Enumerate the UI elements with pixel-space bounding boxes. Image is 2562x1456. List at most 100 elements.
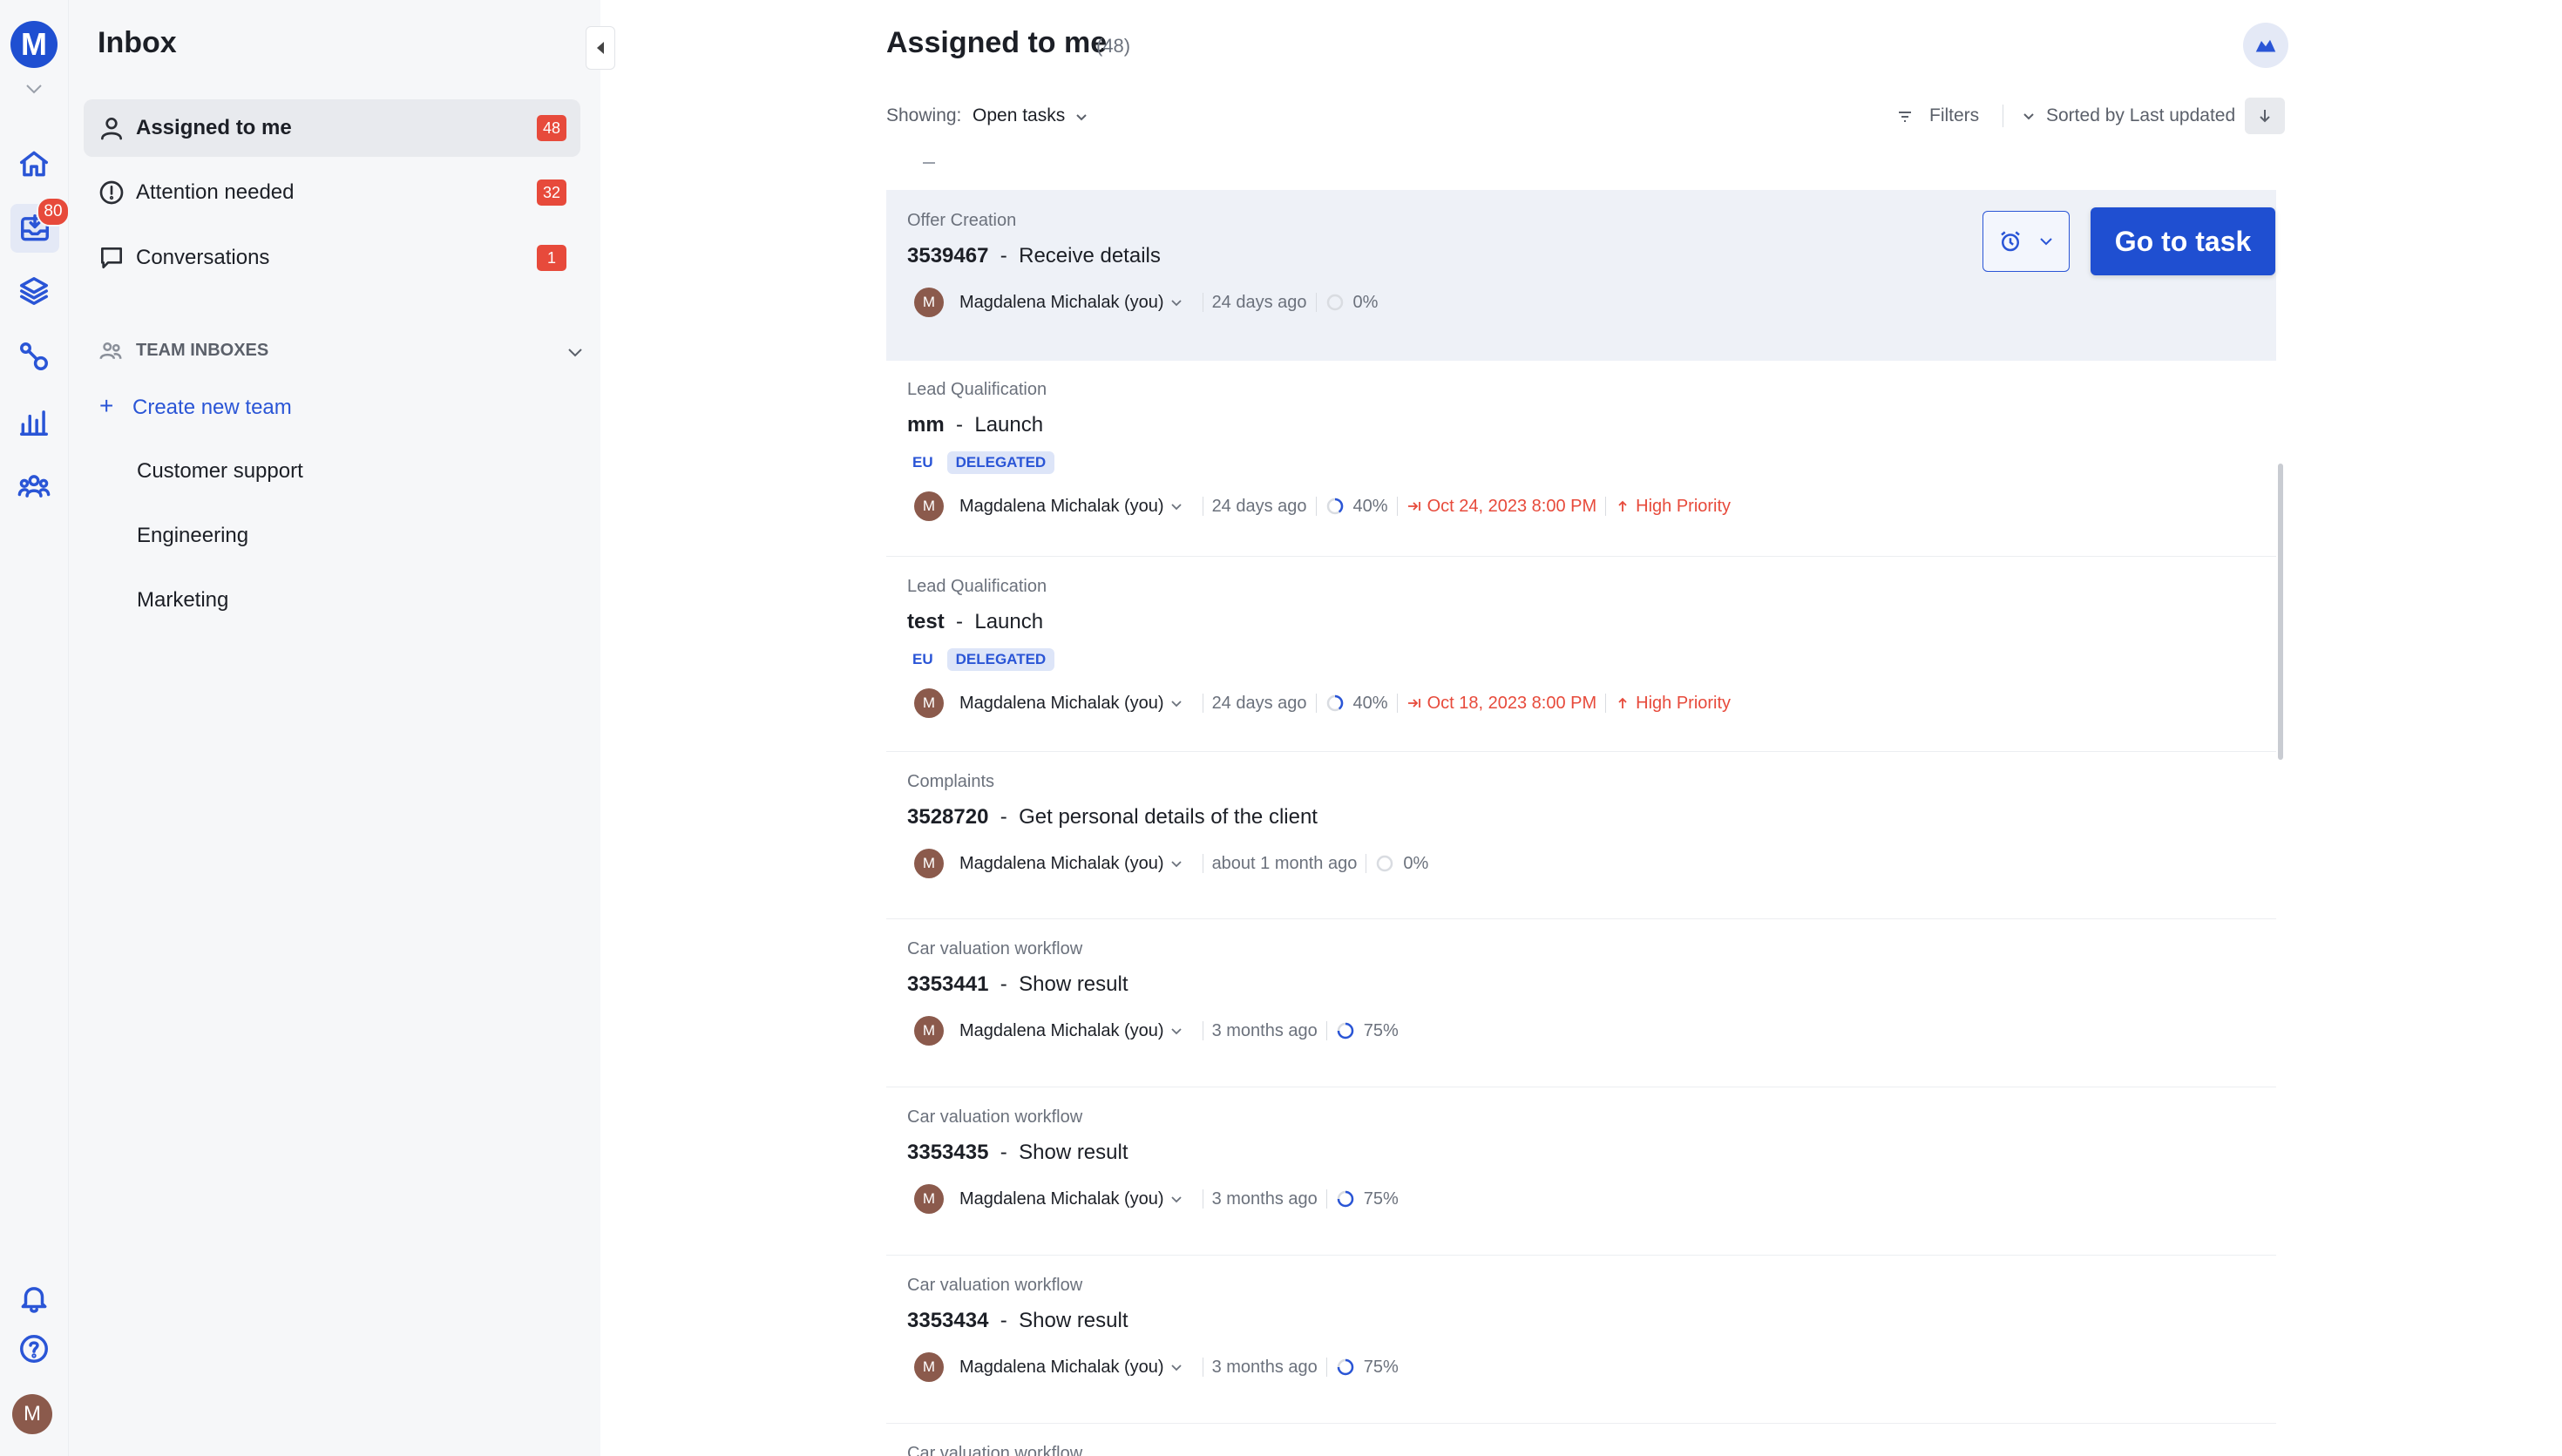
chevron-down-icon[interactable] xyxy=(1169,1360,1183,1374)
filter-icon[interactable] xyxy=(1896,108,1914,125)
chevron-down-icon[interactable] xyxy=(565,342,586,362)
chevron-down-icon[interactable] xyxy=(1169,857,1183,870)
go-to-task-button[interactable]: Go to task xyxy=(2091,207,2275,275)
task-workflow: Car valuation workflow xyxy=(907,1276,1083,1295)
list-item[interactable]: Lead Qualification test - Launch EU DELE… xyxy=(886,556,2276,752)
progress-ring-icon xyxy=(1326,694,1343,712)
sidebar-item-label: Assigned to me xyxy=(136,116,292,139)
task-workflow: Car valuation workflow xyxy=(907,1444,1083,1456)
assignee-select[interactable]: Magdalena Michalak (you) xyxy=(959,1358,1164,1378)
team-item-engineering[interactable]: Engineering xyxy=(137,524,248,548)
list-item[interactable]: Car valuation workflow 3353434 - Show re… xyxy=(886,1255,2276,1424)
progress-value: 75% xyxy=(1363,1020,1399,1040)
person-icon xyxy=(98,114,125,142)
chevron-down-icon[interactable] xyxy=(1169,1192,1183,1206)
task-name: Launch xyxy=(974,413,1044,437)
sidebar-title: Inbox xyxy=(98,26,177,59)
chat-bubble-icon xyxy=(98,244,125,272)
caret-left-icon xyxy=(597,42,604,54)
progress-value: 75% xyxy=(1363,1189,1399,1209)
chevron-down-icon[interactable] xyxy=(1169,499,1183,513)
team-icon[interactable] xyxy=(15,467,53,505)
meta-divider xyxy=(1315,293,1317,312)
task-meta: M Magdalena Michalak (you) 3 months ago … xyxy=(907,1184,1399,1214)
layers-icon[interactable] xyxy=(15,272,53,310)
updated-time: about 1 month ago xyxy=(1211,853,1358,873)
assignee-select[interactable]: Magdalena Michalak (you) xyxy=(959,1189,1164,1209)
task-name: Show result xyxy=(1019,1141,1128,1164)
assignee-select[interactable]: Magdalena Michalak (you) xyxy=(959,854,1164,874)
meta-divider xyxy=(1315,694,1317,713)
task-id: 3353441 xyxy=(907,972,989,996)
task-meta: M Magdalena Michalak (you) 3 months ago … xyxy=(907,1352,1399,1382)
task-meta: M Magdalena Michalak (you) 3 months ago … xyxy=(907,1016,1399,1046)
app-logo[interactable]: M xyxy=(10,21,58,68)
avatar: M xyxy=(914,288,944,317)
sidebar-item-conversations[interactable]: Conversations 1 xyxy=(84,229,580,287)
analytics-icon[interactable] xyxy=(15,403,53,441)
alarm-clock-icon xyxy=(2001,231,2020,252)
chevron-down-icon[interactable] xyxy=(22,80,46,98)
task-tags: EU DELEGATED xyxy=(907,451,1055,474)
task-title: 3539467 - Receive details xyxy=(907,244,1161,267)
task-meta: M Magdalena Michalak (you) 24 days ago 4… xyxy=(907,491,1731,521)
count-badge: 32 xyxy=(537,179,566,206)
task-name: Get personal details of the client xyxy=(1019,805,1318,829)
count-badge: 1 xyxy=(537,245,566,271)
assignee-select[interactable]: Magdalena Michalak (you) xyxy=(959,497,1164,517)
home-icon[interactable] xyxy=(15,145,53,183)
due-date: Oct 18, 2023 8:00 PM xyxy=(1406,694,1596,714)
task-workflow: Complaints xyxy=(907,772,995,791)
create-team-link[interactable]: + Create new team xyxy=(99,392,292,420)
progress-ring-icon xyxy=(1337,1190,1354,1208)
assignee-select[interactable]: Magdalena Michalak (you) xyxy=(959,1021,1164,1041)
meta-divider xyxy=(1396,694,1398,713)
assignee-select[interactable]: Magdalena Michalak (you) xyxy=(959,293,1164,313)
list-item[interactable]: Offer Creation 3539467 - Receive details… xyxy=(886,190,2276,361)
task-count: (48) xyxy=(1096,35,1131,57)
bell-icon[interactable] xyxy=(15,1279,53,1317)
workflow-icon[interactable] xyxy=(15,337,53,376)
chevron-down-icon[interactable] xyxy=(1169,295,1183,309)
chevron-down-icon[interactable] xyxy=(1169,1024,1183,1038)
sort-select[interactable]: Sorted by Last updated xyxy=(2046,105,2235,126)
meta-divider xyxy=(1396,497,1398,516)
chevron-down-icon[interactable] xyxy=(1169,696,1183,710)
sidebar-item-attention-needed[interactable]: Attention needed 32 xyxy=(84,164,580,221)
list-item[interactable]: Complaints 3528720 - Get personal detail… xyxy=(886,751,2276,919)
cloud-icon[interactable] xyxy=(2243,23,2288,68)
sort-direction-button[interactable] xyxy=(2245,98,2285,134)
app-rail: M 80 M xyxy=(0,0,70,1456)
list-item[interactable]: Lead Qualification mm - Launch EU DELEGA… xyxy=(886,361,2276,557)
inbox-count-badge: 80 xyxy=(37,197,70,227)
team-item-marketing[interactable]: Marketing xyxy=(137,588,228,613)
user-avatar[interactable]: M xyxy=(12,1394,52,1434)
arrow-up-icon xyxy=(1618,500,1627,511)
collapse-sidebar-button[interactable] xyxy=(586,26,615,70)
progress-ring-icon xyxy=(1337,1022,1354,1040)
chevron-down-icon[interactable] xyxy=(2020,108,2037,125)
sidebar-item-assigned-to-me[interactable]: Assigned to me 48 xyxy=(84,99,580,157)
showing-select[interactable]: Open tasks xyxy=(973,105,1065,126)
chevron-down-icon[interactable] xyxy=(1073,109,1090,126)
scrollbar[interactable] xyxy=(2278,464,2283,760)
arrow-up-icon xyxy=(1618,697,1627,708)
region-tag: EU xyxy=(912,454,933,471)
avatar: M xyxy=(914,1352,944,1382)
progress-value: 0% xyxy=(1403,853,1429,873)
help-icon[interactable] xyxy=(15,1330,53,1368)
updated-time: 24 days ago xyxy=(1211,496,1307,516)
team-item-customer-support[interactable]: Customer support xyxy=(137,459,303,484)
list-item[interactable]: Car valuation workflow xyxy=(886,1423,2276,1456)
inbox-sidebar: Inbox Assigned to me 48 Attention needed… xyxy=(69,0,615,1456)
updated-time: 24 days ago xyxy=(1211,292,1307,312)
task-meta: M Magdalena Michalak (you) 24 days ago 4… xyxy=(907,688,1731,718)
snooze-button[interactable] xyxy=(1982,211,2070,272)
assignee-select[interactable]: Magdalena Michalak (you) xyxy=(959,694,1164,714)
task-id: mm xyxy=(907,413,945,437)
filters-button[interactable]: Filters xyxy=(1929,105,1979,126)
task-list[interactable]: Offer Creation 3539467 - Receive details… xyxy=(886,146,2289,1456)
team-inboxes-header[interactable]: TEAM INBOXES xyxy=(98,338,586,364)
list-item[interactable]: Car valuation workflow 3353435 - Show re… xyxy=(886,1087,2276,1256)
list-item[interactable]: Car valuation workflow 3353441 - Show re… xyxy=(886,918,2276,1087)
